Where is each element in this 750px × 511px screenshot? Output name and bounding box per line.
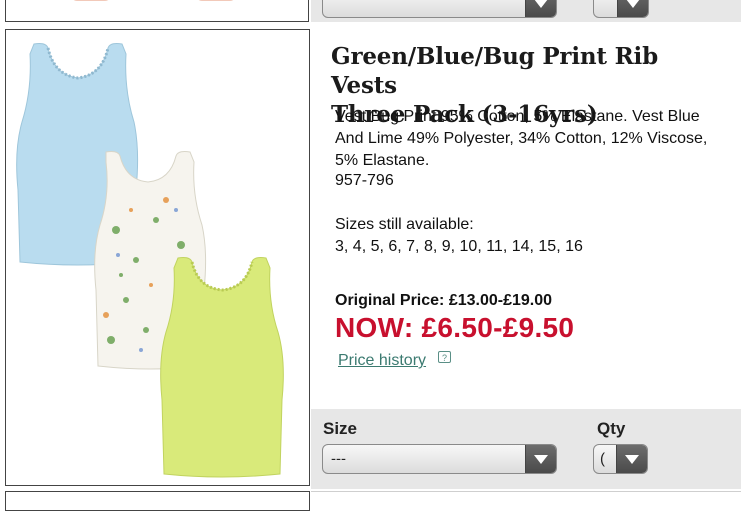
qty-label: Qty [597,419,626,438]
price-history-link[interactable]: Price history [338,352,426,370]
original-price: Original Price: £13.00-£19.00 [335,292,553,309]
chevron-down-icon [525,0,556,17]
sizes-available-list: 3, 4, 5, 6, 7, 8, 9, 10, 11, 14, 15, 16 [335,238,583,255]
product-image[interactable] [5,29,310,486]
qty-select[interactable]: ( [593,444,648,474]
size-select[interactable]: --- [322,444,557,474]
previous-product-form-band [311,0,741,22]
divider [311,491,741,492]
previous-size-select[interactable] [322,0,557,18]
next-product-image[interactable] [5,491,310,511]
help-icon[interactable]: ? [438,351,451,363]
chevron-down-icon [616,445,647,473]
vests-image [16,43,284,478]
product-description: Vest Bug Print 95% Cotton, 5% Elastane. … [335,108,708,169]
size-label: Size [323,419,358,438]
product-code: 957-796 [335,172,394,189]
previous-product-image[interactable] [5,0,309,22]
size-select-value: --- [331,450,346,468]
now-price: NOW: £6.50-£9.50 [335,312,575,343]
chevron-down-icon [525,445,556,473]
previous-qty-select[interactable] [593,0,649,18]
product-title-line1[interactable]: Green/Blue/Bug Print Rib Vests [331,43,658,99]
sizes-available-label: Sizes still available: [335,216,474,233]
previous-product-graphic [71,0,111,1]
lime-vest [160,257,284,478]
chevron-down-icon [617,0,648,17]
previous-product-graphic [196,0,236,1]
qty-select-value: ( [600,450,605,468]
